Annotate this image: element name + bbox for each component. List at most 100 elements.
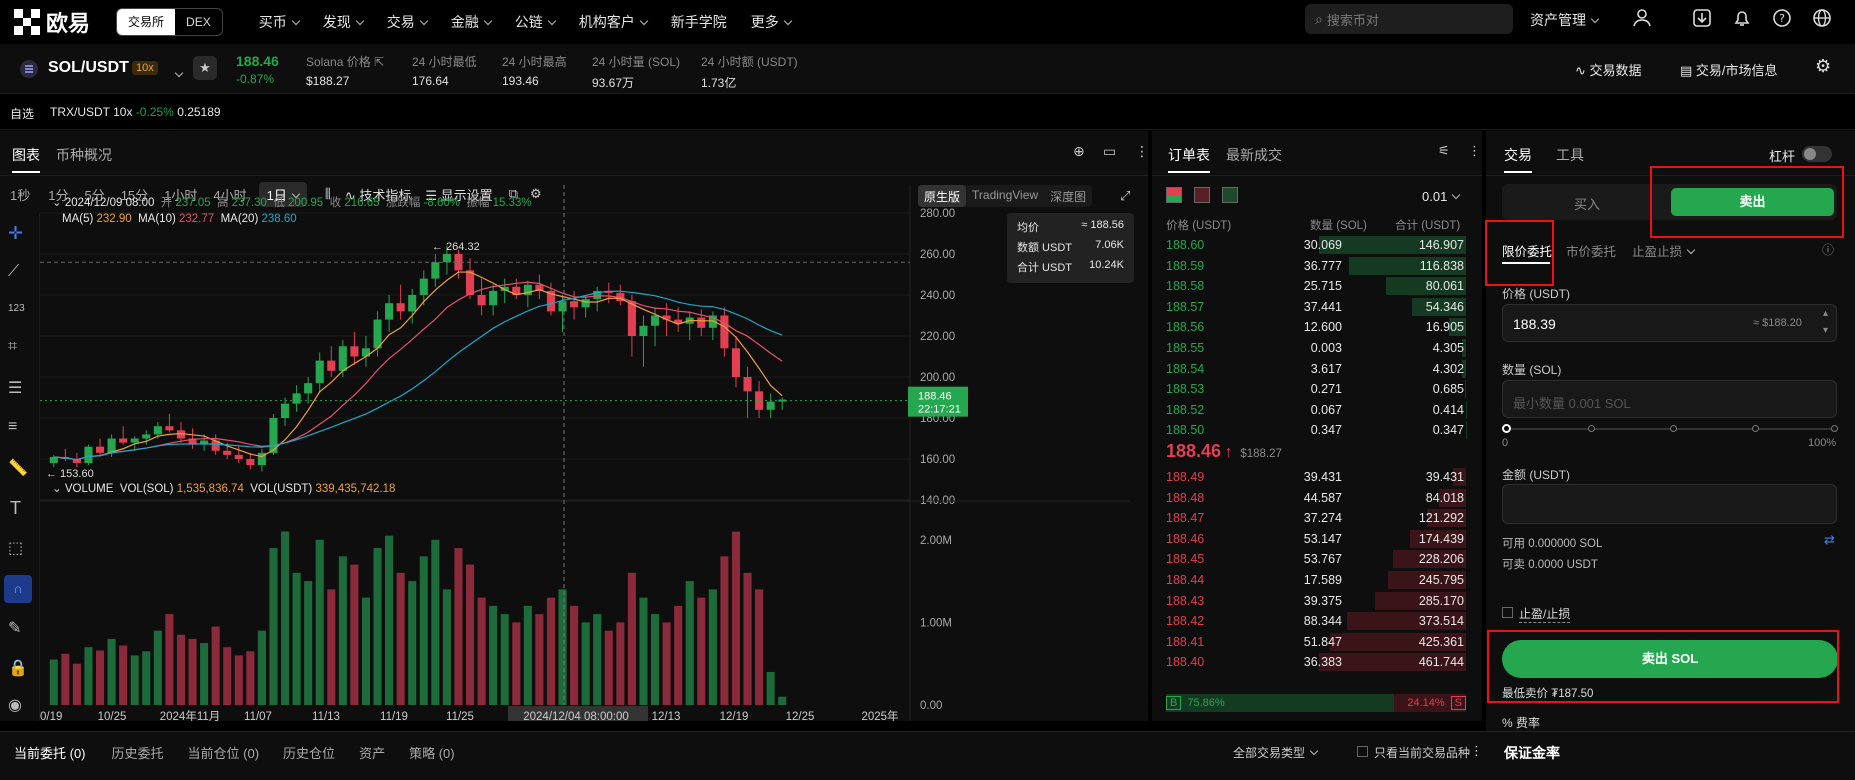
type-filter[interactable]: 全部交易类型 [1233,744,1319,761]
user-icon[interactable] [1630,8,1654,32]
bid-row[interactable]: 188.46 53.147 174.439 [1152,529,1482,549]
more-vertical-icon[interactable]: ⋮ [1135,143,1149,160]
menu-more[interactable]: 更多 [739,12,803,32]
favorite-item-trx[interactable]: TRX/USDT 10x -0.25% 0.25189 [50,105,221,119]
tab-order-history[interactable]: 历史委托 [100,743,176,762]
ask-row[interactable]: 188.59 36.777 116.838 [1152,256,1482,276]
qty-input[interactable]: 最小数量 0.001 SOL [1502,380,1837,418]
leverage-toggle[interactable] [1802,146,1832,162]
bid-row[interactable]: 188.44 17.589 245.795 [1152,570,1482,590]
trend-line-icon[interactable]: ⟋ [8,263,19,281]
menu-institutional[interactable]: 机构客户 [567,12,659,32]
menu-discover[interactable]: 发现 [311,12,375,32]
menu-buy-crypto[interactable]: 买币 [247,12,311,32]
tab-assets[interactable]: 资产 [347,743,397,762]
bid-row[interactable]: 188.47 37.274 121.292 [1152,508,1482,528]
favorite-star-icon[interactable]: ★ [193,56,217,80]
exchange-tab[interactable]: 交易所 [117,9,176,35]
both-sides-icon[interactable] [1166,187,1182,203]
price-input[interactable]: 188.39 ≈ $188.20 ▴ ▾ [1502,304,1837,342]
more-vertical-icon[interactable]: ⋮ [1470,743,1483,759]
stepper-up-icon[interactable]: ▴ [1823,308,1828,319]
menu-academy[interactable]: 新手学院 [659,12,739,32]
fib-icon[interactable]: ☰ [8,378,22,398]
asks-only-icon[interactable] [1194,187,1210,203]
tab-position-history[interactable]: 历史仓位 [271,743,347,762]
channel-icon[interactable]: ≡ [8,418,17,436]
ask-row[interactable]: 188.50 0.347 0.347 [1152,420,1482,440]
tab-chart[interactable]: 图表 [12,145,40,173]
gear-icon[interactable]: ⚙ [1815,56,1831,77]
bid-row[interactable]: 188.43 39.375 285.170 [1152,591,1482,611]
transfer-icon[interactable]: ⇄ [1824,532,1835,548]
ask-row[interactable]: 188.56 12.600 16.905 [1152,317,1482,337]
tab-positions[interactable]: 当前仓位 (0) [176,743,272,762]
fee-rate-link[interactable]: % 费率 [1502,714,1540,731]
bid-row[interactable]: 188.42 88.344 373.514 [1152,611,1482,631]
price-step-select[interactable]: 0.01 [1422,189,1461,204]
market-info-link[interactable]: ▤ 交易/市场信息 [1680,60,1778,79]
order-type-tpsl[interactable]: 止盈止损 [1632,241,1696,260]
chevron-down-icon[interactable] [174,68,184,78]
number-tool-icon[interactable]: 123 [8,303,25,314]
menu-trade[interactable]: 交易 [375,12,439,32]
tab-latest-trades[interactable]: 最新成交 [1226,145,1282,165]
brand-logo[interactable]: 欧易 [14,6,90,38]
external-link-icon[interactable]: ⇱ [374,55,384,69]
crosshair-icon[interactable]: ✛ [8,223,23,244]
pattern-icon[interactable]: ⌗ [8,338,17,356]
filter-settings-icon[interactable]: ⚟ [1438,143,1450,159]
pair-name[interactable]: SOL/USDT [48,59,129,77]
ruler-icon[interactable]: 📏 [8,458,28,478]
trade-data-link[interactable]: ∿ 交易数据 [1575,60,1642,79]
dex-tab[interactable]: DEX [175,9,222,35]
more-vertical-icon[interactable]: ⋮ [1468,143,1481,159]
bid-row[interactable]: 188.40 36.383 461.744 [1152,652,1482,672]
ask-row[interactable]: 188.52 0.067 0.414 [1152,400,1482,420]
qty-slider[interactable] [1502,424,1838,433]
shape-icon[interactable]: ⬚ [8,538,23,558]
ask-row[interactable]: 188.60 30.069 146.907 [1152,235,1482,255]
tab-trade[interactable]: 交易 [1504,145,1532,173]
ask-row[interactable]: 188.57 37.441 54.346 [1152,297,1482,317]
bid-row[interactable]: 188.41 51.847 425.361 [1152,632,1482,652]
globe-icon[interactable] [1810,8,1834,32]
bid-row[interactable]: 188.45 53.767 228.206 [1152,549,1482,569]
asset-management-menu[interactable]: 资产管理 [1530,10,1600,30]
ask-row[interactable]: 188.53 0.271 0.685 [1152,379,1482,399]
tpsl-checkbox[interactable] [1502,607,1513,618]
current-only-checkbox[interactable] [1357,746,1368,757]
lock-icon[interactable]: 🔒 [8,658,28,678]
ask-row[interactable]: 188.55 0.003 4.305 [1152,338,1482,358]
tpsl-label[interactable]: 止盈/止损 [1519,605,1571,623]
bell-icon[interactable] [1730,8,1754,32]
brush-icon[interactable]: ✎ [8,618,21,638]
magnet-icon[interactable]: ∩ [4,575,32,603]
slider-handle[interactable] [1502,424,1511,433]
info-icon[interactable]: ⓘ [1822,241,1834,258]
help-icon[interactable]: ? [1770,8,1794,32]
interval-1s[interactable]: 1秒 [0,185,40,204]
order-type-market[interactable]: 市价委托 [1566,241,1616,260]
ask-row[interactable]: 188.58 25.715 80.061 [1152,276,1482,296]
tab-tools[interactable]: 工具 [1556,145,1584,165]
tab-open-orders[interactable]: 当前委托 (0) [0,743,100,762]
menu-finance[interactable]: 金融 [439,12,503,32]
stepper-down-icon[interactable]: ▾ [1823,325,1828,336]
bids-only-icon[interactable] [1222,187,1238,203]
tab-strategies[interactable]: 策略 (0) [397,743,467,762]
alert-icon[interactable]: ⊕ [1073,143,1085,160]
candlestick-chart[interactable]: 280.00260.00240.00220.00200.00180.00160.… [40,185,1130,721]
bid-row[interactable]: 188.49 39.431 39.431 [1152,467,1482,487]
ask-row[interactable]: 188.54 3.617 4.302 [1152,359,1482,379]
window-icon[interactable]: ▭ [1103,143,1116,160]
amount-input[interactable] [1502,484,1837,524]
bid-row[interactable]: 188.48 44.587 84.018 [1152,488,1482,508]
tab-coin-overview[interactable]: 币种概况 [56,145,112,165]
buy-tab[interactable]: 买入 [1574,194,1600,213]
search-input[interactable]: ⌕ 搜索币对 [1305,4,1513,34]
menu-chain[interactable]: 公链 [503,12,567,32]
eye-icon[interactable]: ◉ [8,695,22,715]
tab-orderbook[interactable]: 订单表 [1168,145,1210,173]
text-tool-icon[interactable]: T [10,498,21,519]
